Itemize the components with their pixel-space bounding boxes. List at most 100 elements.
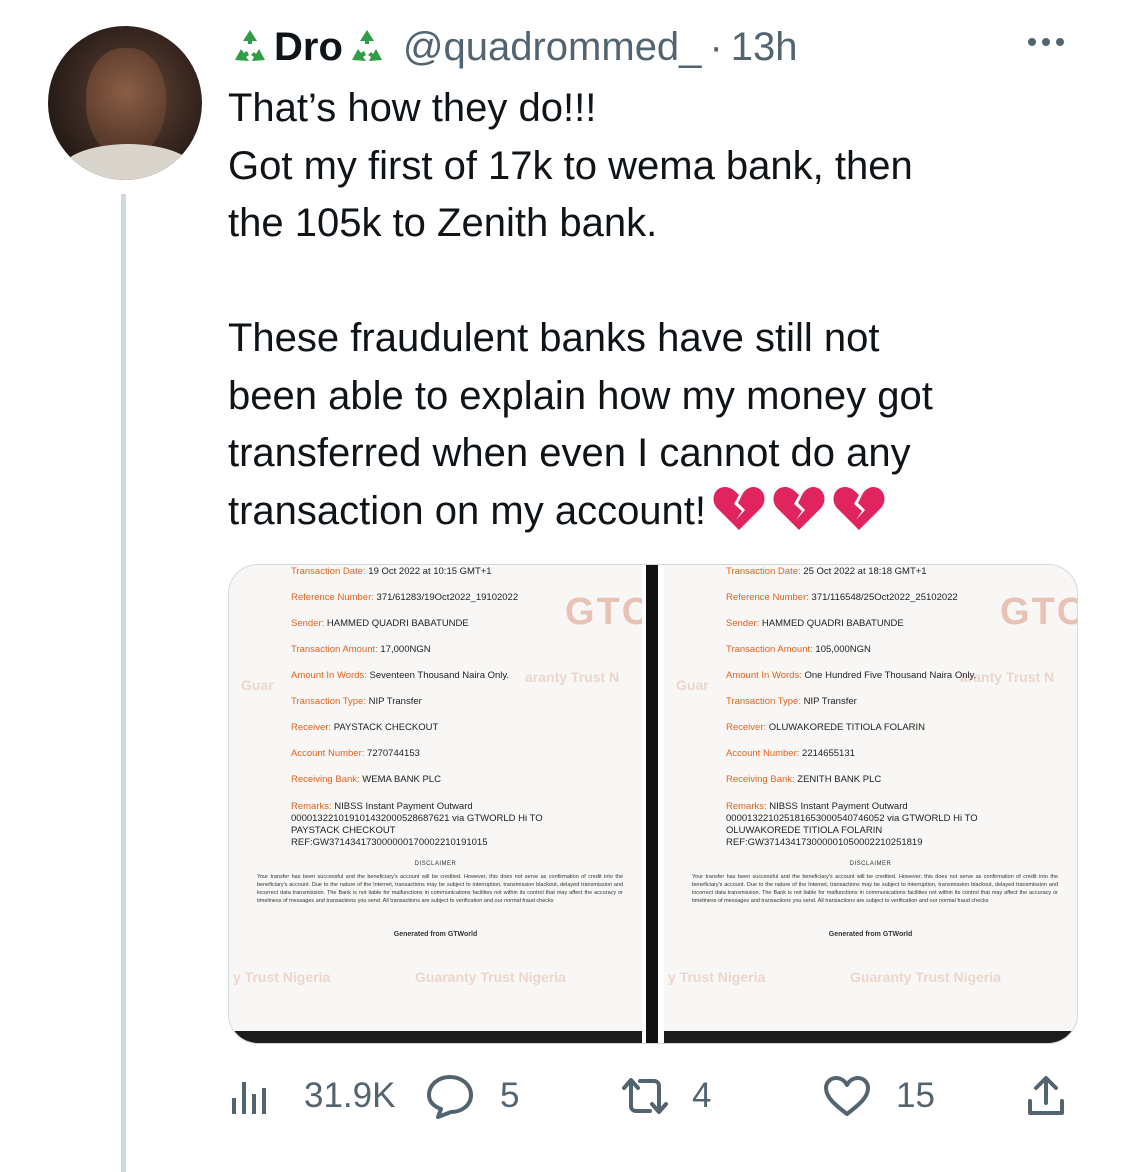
field-label: Receiver:: [726, 722, 767, 733]
image-bottom-bar: [229, 1031, 642, 1043]
field-label: Receiving Bank:: [726, 774, 795, 785]
field-value: WEMA BANK PLC: [362, 774, 441, 785]
watermark-text: Guaranty Trust Nigeria: [415, 969, 566, 985]
field-value: NIBSS Instant Payment Outward: [769, 801, 908, 812]
share-action[interactable]: [1024, 1066, 1068, 1126]
field-label: Reference Number:: [291, 592, 374, 603]
field-label: Transaction Type:: [726, 696, 801, 707]
image-bottom-bar: [664, 1031, 1077, 1043]
field-label: Reference Number:: [726, 592, 809, 603]
field-value: 2214655131: [802, 748, 855, 759]
field-value: 371/61283/19Oct2022_19102022: [376, 592, 519, 603]
thread-line: [121, 194, 126, 1172]
field-value: PAYSTACK CHECKOUT: [291, 825, 396, 836]
field-label: Transaction Date:: [726, 566, 801, 577]
field-value: ZENITH BANK PLC: [797, 774, 882, 785]
tweet-line: Got my first of 17k to wema bank, then: [228, 143, 913, 188]
field-value: 000013221019101432000528687621 via GTWOR…: [291, 813, 543, 824]
field-label: Receiving Bank:: [291, 774, 360, 785]
recycle-icon: [351, 30, 382, 61]
tweet-line-last: transaction on my account!: [228, 483, 1088, 541]
avatar-shirt: [58, 144, 198, 180]
tweet-line: transferred when even I cannot do any: [228, 431, 911, 475]
retweet-action[interactable]: 4: [618, 1066, 711, 1126]
field-label: Transaction Type:: [291, 696, 366, 707]
field-value: 19 Oct 2022 at 10:15 GMT+1: [368, 566, 492, 577]
disclaimer-text: Your transfer has been successful and th…: [257, 874, 623, 904]
display-name[interactable]: Dro: [274, 25, 343, 70]
like-icon: [824, 1076, 870, 1116]
receipt-fields: Transaction Date: 25 Oct 2022 at 18:18 G…: [726, 565, 1071, 849]
field-value: 000013221025181653000540746052 via GTWOR…: [726, 813, 978, 824]
recycle-icon: [235, 30, 265, 61]
disclaimer-title: DISCLAIMER: [414, 861, 457, 867]
tweet-header: Dro @quadrommed_ · 13h: [228, 22, 798, 72]
field-label: Amount In Words:: [291, 670, 367, 681]
broken-heart-icon: [773, 486, 825, 530]
avatar[interactable]: [48, 26, 202, 180]
field-value: 105,000NGN: [815, 644, 871, 655]
field-label: Transaction Amount:: [726, 644, 813, 655]
watermark-text: Guaranty Trust Nigeria: [850, 969, 1001, 985]
views-count: 31.9K: [304, 1076, 396, 1115]
field-value: 17,000NGN: [380, 644, 431, 655]
field-value: Seventeen Thousand Naira Only.: [369, 670, 510, 681]
field-value: OLUWAKOREDE TITIOLA FOLARIN: [768, 722, 926, 733]
share-icon: [1028, 1076, 1064, 1115]
field-label: Remarks:: [726, 801, 767, 812]
tweet-text: That’s how they do!!! Got my first of 17…: [228, 80, 1088, 540]
reply-icon: [427, 1075, 473, 1119]
media-divider: [642, 565, 664, 1043]
field-value: NIP Transfer: [368, 696, 422, 707]
avatar-face: [86, 48, 166, 158]
more-icon[interactable]: [1028, 30, 1076, 54]
broken-heart-icon: [833, 486, 885, 530]
receipt-image[interactable]: GTC Guar aranty Trust N y Trust Nigeria …: [229, 565, 642, 1043]
field-value: HAMMED QUADRI BABATUNDE: [761, 618, 904, 629]
field-label: Sender:: [291, 618, 325, 629]
user-handle[interactable]: @quadrommed_: [403, 25, 702, 70]
views-action[interactable]: 31.9K: [228, 1066, 395, 1126]
tweet-line: been able to explain how my money got: [228, 373, 933, 418]
watermark-text: y Trust Nigeria: [668, 969, 766, 985]
field-label: Amount In Words:: [726, 670, 802, 681]
field-value: REF:GW3714341730000001700022101910​15: [291, 837, 488, 848]
tweet-line-text: transaction on my account!: [228, 488, 707, 533]
receipt-fields: Transaction Date: 19 Oct 2022 at 10:15 G…: [291, 565, 636, 849]
timestamp[interactable]: 13h: [731, 25, 798, 70]
field-value: NIBSS Instant Payment Outward: [334, 801, 473, 812]
retweet-count: 4: [692, 1076, 712, 1115]
reply-action[interactable]: 5: [426, 1066, 519, 1126]
field-label: Remarks:: [291, 801, 332, 812]
field-value: NIP Transfer: [803, 696, 857, 707]
field-value: HAMMED QUADRI BABATUNDE: [326, 618, 469, 629]
watermark-text: y Trust Nigeria: [233, 969, 331, 985]
broken-heart-icon: [713, 486, 765, 530]
generated-note: Generated from GTWorld: [828, 931, 913, 938]
reply-count: 5: [500, 1076, 520, 1115]
field-value: PAYSTACK CHECKOUT: [333, 722, 439, 733]
views-icon: [232, 1082, 266, 1114]
tweet-line: These fraudulent banks have still not: [228, 316, 880, 360]
watermark-text: Guar: [676, 677, 709, 693]
field-value: 371/116548/25Oct2022_25102022: [811, 592, 958, 603]
tweet-line: That’s how they do!!!: [228, 86, 597, 130]
field-label: Transaction Amount:: [291, 644, 378, 655]
retweet-icon: [622, 1078, 668, 1114]
field-label: Account Number:: [726, 748, 800, 759]
receipt-image[interactable]: GTC Guar aranty Trust N y Trust Nigeria …: [664, 565, 1077, 1043]
disclaimer-text: Your transfer has been successful and th…: [692, 874, 1058, 904]
field-label: Transaction Date:: [291, 566, 366, 577]
field-value: 25 Oct 2022 at 18:18 GMT+1: [803, 566, 927, 577]
tweet-line: the 105k to Zenith bank.: [228, 201, 658, 245]
like-action[interactable]: 15: [822, 1066, 935, 1126]
field-value: REF:GW37143417300000105000221025181​9: [726, 837, 923, 848]
field-value: 7270744153: [367, 748, 420, 759]
field-value: One Hundred Five Thousand Naira Only.: [804, 670, 977, 681]
like-count: 15: [896, 1076, 935, 1115]
tweet-media[interactable]: GTC Guar aranty Trust N y Trust Nigeria …: [228, 564, 1078, 1044]
generated-note: Generated from GTWorld: [393, 931, 478, 938]
field-value: OLUWAKOREDE TITIOLA FOLARIN: [726, 825, 883, 836]
disclaimer-title: DISCLAIMER: [849, 861, 892, 867]
separator-dot: ·: [709, 24, 723, 69]
